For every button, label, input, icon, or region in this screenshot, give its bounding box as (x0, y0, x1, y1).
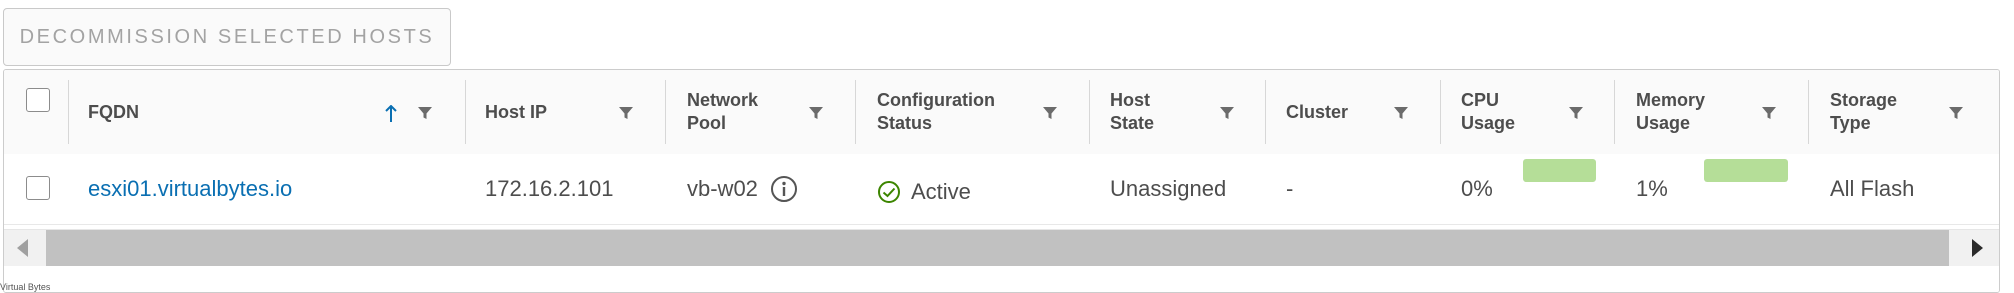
cpu-usage-text: 0% (1461, 176, 1493, 201)
column-header-network-pool[interactable]: Network Pool (687, 70, 777, 154)
cpu-usage-bar (1523, 159, 1596, 182)
cell-configuration-status: Active (877, 157, 971, 227)
column-header-label: Cluster (1286, 101, 1349, 122)
scroll-left-icon[interactable] (17, 239, 28, 257)
column-header-configuration-status[interactable]: Configuration Status (877, 70, 1017, 154)
network-pool-text: vb-w02 (687, 176, 758, 201)
cell-network-pool: vb-w02 (687, 154, 798, 224)
cell-cpu-usage: 0% (1461, 154, 1493, 224)
filter-icon[interactable] (417, 106, 433, 120)
cell-cluster: - (1286, 154, 1293, 224)
hosts-datagrid: FQDN Host IP Network Pool Configuration … (3, 69, 2000, 293)
column-header-label: Configuration Status (877, 90, 995, 133)
filter-icon[interactable] (1948, 106, 1964, 120)
cpu-usage-bar-fill (1523, 159, 1596, 182)
column-header-label: FQDN (88, 101, 139, 122)
memory-usage-text: 1% (1636, 176, 1668, 201)
storage-type-text: All Flash (1830, 176, 1915, 201)
column-separator[interactable] (665, 80, 666, 144)
host-fqdn-link[interactable]: esxi01.virtualbytes.io (88, 176, 292, 202)
column-separator[interactable] (1440, 80, 1441, 144)
host-ip-text: 172.16.2.101 (485, 176, 614, 201)
memory-usage-bar (1704, 159, 1788, 182)
column-header-storage-type[interactable]: Storage Type (1830, 70, 1910, 154)
cell-fqdn[interactable]: esxi01.virtualbytes.io (88, 154, 292, 224)
column-header-host-state[interactable]: Host State (1110, 70, 1170, 154)
column-separator[interactable] (1265, 80, 1266, 144)
info-icon[interactable] (770, 175, 798, 203)
horizontal-scrollbar[interactable] (4, 229, 1999, 266)
filter-icon[interactable] (1568, 106, 1584, 120)
decommission-selected-hosts-button[interactable]: DECOMMISSION SELECTED HOSTS (3, 8, 451, 66)
table-row[interactable]: esxi01.virtualbytes.io 172.16.2.101 vb-w… (4, 154, 1999, 292)
column-header-memory-usage[interactable]: Memory Usage (1636, 70, 1726, 154)
column-header-cpu-usage[interactable]: CPU Usage (1461, 70, 1521, 154)
filter-icon[interactable] (1393, 106, 1409, 120)
column-separator[interactable] (1614, 80, 1615, 144)
cell-memory-usage: 1% (1636, 154, 1668, 224)
column-separator[interactable] (855, 80, 856, 144)
column-header-label: Network Pool (687, 90, 759, 133)
column-separator[interactable] (1089, 80, 1090, 144)
table-row-cells: esxi01.virtualbytes.io 172.16.2.101 vb-w… (4, 154, 1999, 225)
filter-icon[interactable] (1761, 106, 1777, 120)
datagrid-header: FQDN Host IP Network Pool Configuration … (4, 70, 1999, 155)
cell-host-ip: 172.16.2.101 (485, 154, 613, 224)
column-header-cluster[interactable]: Cluster (1286, 70, 1386, 154)
column-header-label: CPU Usage (1461, 90, 1516, 133)
memory-usage-bar-fill (1704, 159, 1788, 182)
column-header-label: Memory Usage (1636, 90, 1706, 133)
configuration-status-text: Active (911, 179, 971, 204)
scroll-right-icon[interactable] (1972, 239, 1983, 257)
select-all-checkbox[interactable] (26, 88, 50, 112)
filter-icon[interactable] (1042, 106, 1058, 120)
scrollbar-thumb[interactable] (46, 230, 1949, 266)
cell-host-state: Unassigned (1110, 154, 1226, 224)
check-circle-icon (878, 181, 900, 203)
sort-ascending-icon[interactable] (384, 105, 398, 123)
column-header-label: Storage Type (1830, 90, 1898, 133)
row-select-checkbox[interactable] (26, 176, 50, 200)
cluster-text: - (1286, 176, 1294, 201)
column-separator[interactable] (465, 80, 466, 144)
column-separator[interactable] (1808, 80, 1809, 144)
cell-storage-type: All Flash (1830, 154, 1914, 224)
filter-icon[interactable] (618, 106, 634, 120)
filter-icon[interactable] (1219, 106, 1235, 120)
column-separator (68, 80, 69, 144)
filter-icon[interactable] (808, 106, 824, 120)
column-header-label: Host State (1110, 90, 1155, 133)
host-state-text: Unassigned (1110, 176, 1227, 201)
column-header-label: Host IP (485, 101, 548, 122)
